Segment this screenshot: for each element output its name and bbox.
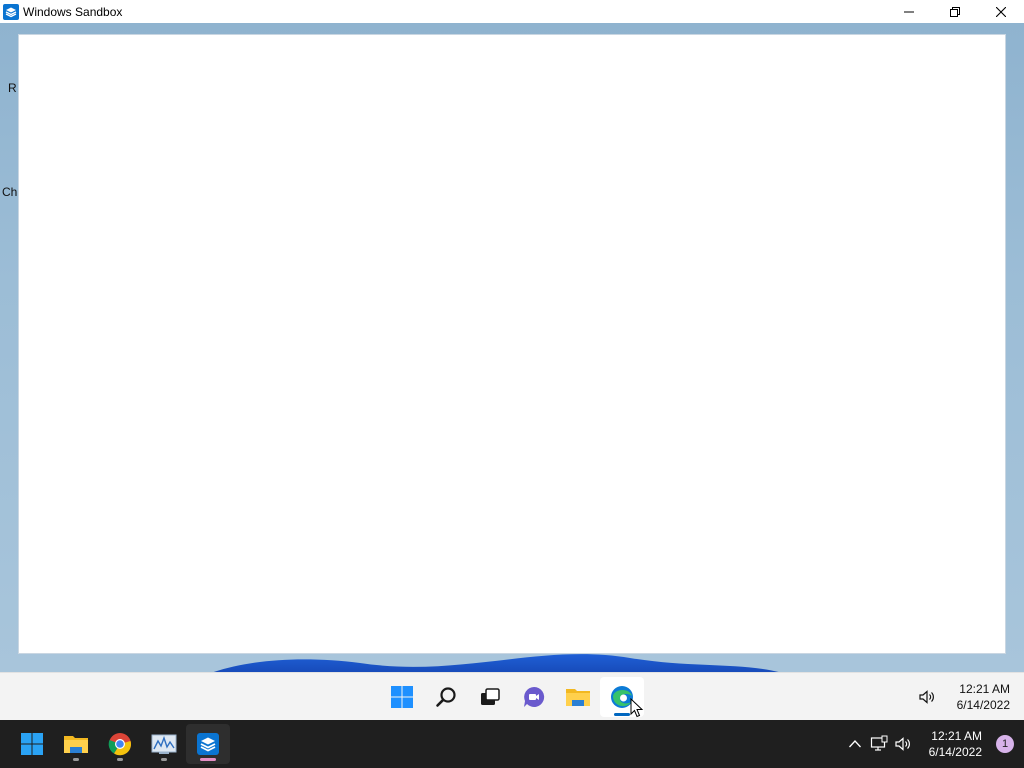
window-title: Windows Sandbox bbox=[23, 4, 123, 19]
sandbox-taskbar: 12:21 AM 6/14/2022 bbox=[0, 672, 1024, 720]
minimize-button[interactable] bbox=[886, 0, 932, 23]
host-clock[interactable]: 12:21 AM 6/14/2022 bbox=[929, 728, 982, 760]
folder-icon bbox=[566, 689, 590, 706]
window-titlebar[interactable]: Windows Sandbox bbox=[0, 0, 1024, 23]
close-icon bbox=[996, 6, 1006, 17]
windows-start-icon bbox=[21, 733, 43, 755]
sandbox-taskbar-apps bbox=[380, 673, 644, 721]
windows-start-icon bbox=[391, 686, 413, 708]
clock-time: 12:21 AM bbox=[959, 682, 1010, 696]
running-indicator bbox=[117, 758, 123, 761]
volume-button[interactable] bbox=[915, 685, 939, 709]
host-tray: 12:21 AM 6/14/2022 1 bbox=[843, 720, 1024, 768]
host-taskbar: 12:21 AM 6/14/2022 1 bbox=[0, 720, 1024, 768]
blank-app-window[interactable] bbox=[18, 34, 1006, 654]
sandbox-icon bbox=[3, 3, 19, 20]
start-button[interactable] bbox=[10, 724, 54, 764]
volume-button[interactable] bbox=[891, 732, 915, 756]
sandbox-desktop: R Ch bbox=[0, 23, 1024, 672]
running-indicator bbox=[73, 758, 79, 761]
sandbox-icon bbox=[197, 733, 219, 755]
clock-date: 6/14/2022 bbox=[928, 745, 982, 759]
start-button[interactable] bbox=[380, 677, 424, 717]
show-hidden-icons-button[interactable] bbox=[843, 732, 867, 756]
clock-time: 12:21 AM bbox=[931, 729, 982, 743]
search-button[interactable] bbox=[424, 677, 468, 717]
window-controls bbox=[886, 0, 1024, 23]
network-button[interactable] bbox=[867, 732, 891, 756]
search-icon bbox=[436, 687, 456, 707]
folder-icon bbox=[64, 736, 88, 753]
clock-date: 6/14/2022 bbox=[956, 698, 1010, 712]
volume-icon bbox=[919, 690, 934, 704]
sandbox-clock[interactable]: 12:21 AM 6/14/2022 bbox=[957, 681, 1010, 713]
task-view-button[interactable] bbox=[468, 677, 512, 717]
file-explorer-button[interactable] bbox=[54, 724, 98, 764]
chrome-button[interactable] bbox=[98, 724, 142, 764]
close-button[interactable] bbox=[978, 0, 1024, 23]
network-icon bbox=[870, 735, 888, 751]
desktop-icon-label[interactable]: Ch bbox=[2, 185, 17, 199]
minimize-icon bbox=[904, 11, 914, 12]
chevron-up-icon bbox=[848, 740, 861, 748]
host-taskbar-apps bbox=[10, 720, 230, 768]
teams-chat-icon bbox=[524, 686, 545, 707]
active-indicator bbox=[614, 713, 630, 716]
mouse-cursor-icon bbox=[630, 698, 644, 718]
windows-sandbox-button[interactable] bbox=[186, 724, 230, 764]
running-indicator bbox=[161, 758, 167, 761]
restore-icon bbox=[950, 6, 960, 17]
performance-monitor-button[interactable] bbox=[142, 724, 186, 764]
file-explorer-button[interactable] bbox=[556, 677, 600, 717]
active-indicator bbox=[200, 758, 216, 761]
sandbox-tray: 12:21 AM 6/14/2022 bbox=[915, 673, 1010, 721]
chat-button[interactable] bbox=[512, 677, 556, 717]
notification-badge[interactable]: 1 bbox=[996, 735, 1014, 753]
volume-icon bbox=[895, 737, 910, 751]
task-view-icon bbox=[481, 688, 500, 705]
chrome-icon bbox=[108, 733, 132, 756]
restore-button[interactable] bbox=[932, 0, 978, 23]
monitor-chart-icon bbox=[151, 734, 177, 754]
desktop-icon-label[interactable]: R bbox=[8, 81, 17, 95]
